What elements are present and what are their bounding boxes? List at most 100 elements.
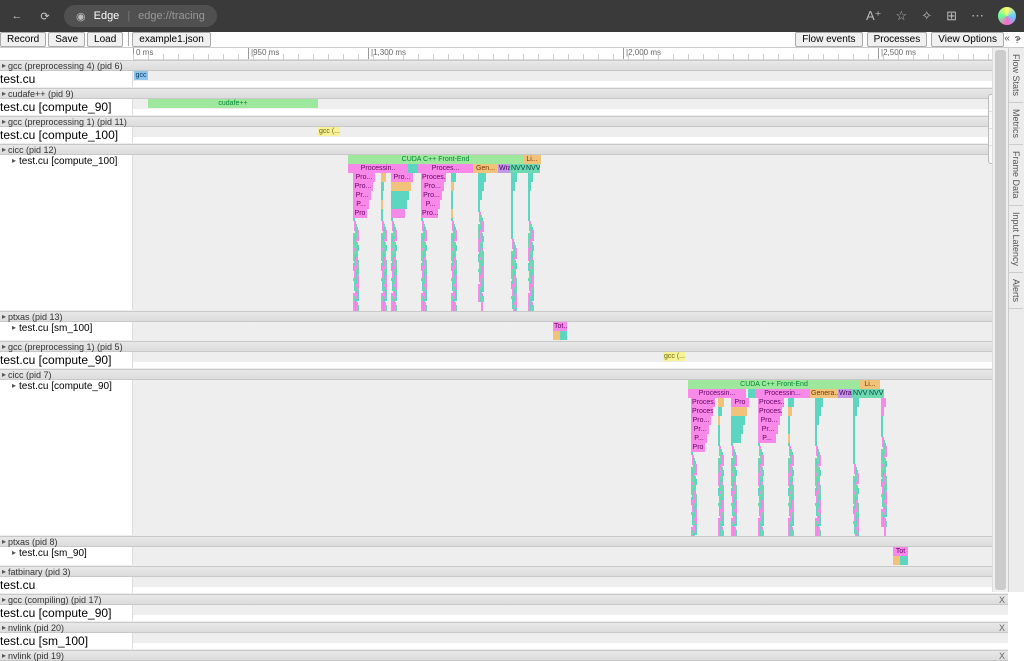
process-header[interactable]: ▸gcc (compiling) (pid 17)X: [0, 594, 1008, 605]
expand-arrow-icon[interactable]: ▸: [2, 61, 6, 70]
thread-label[interactable]: test.cu: [0, 577, 133, 593]
flow-events-button[interactable]: Flow events: [795, 32, 862, 47]
flame-slice[interactable]: Pro...: [421, 191, 442, 200]
thread-label[interactable]: ▸test.cu [sm_100]: [0, 322, 133, 340]
flame-slice[interactable]: [853, 434, 855, 443]
flame-slice[interactable]: Wra: [498, 164, 510, 173]
flame-slice[interactable]: [451, 209, 453, 218]
process-header[interactable]: ▸gcc (preprocessing 1) (pid 5)X: [0, 341, 1008, 352]
flame-slice[interactable]: [478, 173, 486, 182]
timeline-track[interactable]: cudafe++: [133, 99, 1008, 109]
flame-slice[interactable]: Pro...: [391, 173, 413, 182]
flame-slice[interactable]: [511, 173, 517, 182]
process-header[interactable]: ▸cicc (pid 7)X: [0, 369, 1008, 380]
close-icon[interactable]: X: [999, 651, 1005, 661]
flame-slice[interactable]: [381, 182, 384, 191]
thread-label[interactable]: ▸test.cu [sm_90]: [0, 547, 133, 565]
flame-slice[interactable]: [381, 191, 383, 200]
flame-slice[interactable]: [881, 416, 883, 425]
expand-arrow-icon[interactable]: ▸: [2, 117, 6, 126]
flame-slice[interactable]: Proces...: [758, 407, 782, 416]
address-bar[interactable]: ◉ Edge | edge://tracing: [64, 5, 217, 27]
flame-slice[interactable]: Processin..: [348, 164, 408, 173]
flame-slice[interactable]: [718, 416, 720, 425]
expand-arrow-icon[interactable]: ▸: [2, 537, 6, 546]
expand-arrow-icon[interactable]: ▸: [2, 595, 6, 604]
back-button[interactable]: ←: [8, 7, 26, 25]
flame-slice[interactable]: [718, 398, 724, 407]
process-header[interactable]: ▸ptxas (pid 8)X: [0, 536, 1008, 547]
trace-slice[interactable]: [900, 556, 908, 565]
timeline-track[interactable]: Tot...: [133, 322, 1008, 340]
side-tab[interactable]: Frame Data: [1009, 145, 1023, 206]
side-tab[interactable]: Input Latency: [1009, 206, 1023, 273]
flame-slice[interactable]: [731, 434, 741, 443]
flame-slice[interactable]: [718, 407, 722, 416]
timeline-track[interactable]: gcc (...: [133, 352, 1008, 362]
flame-slice[interactable]: Pro...: [758, 416, 780, 425]
flame-slice[interactable]: Processin...: [755, 389, 810, 398]
expand-arrow-icon[interactable]: ▸: [12, 156, 16, 165]
flame-slice[interactable]: Pro...: [353, 173, 375, 182]
expand-arrow-icon[interactable]: ▸: [2, 145, 6, 154]
flame-slice[interactable]: Proces...: [418, 164, 473, 173]
thread-label[interactable]: ▸test.cu [compute_90]: [0, 380, 133, 535]
flame-slice[interactable]: [391, 182, 411, 191]
flame-slice[interactable]: [511, 182, 515, 191]
flame-slice[interactable]: [853, 398, 859, 407]
flame-slice[interactable]: [511, 200, 513, 209]
flame-slice[interactable]: [528, 182, 531, 191]
flame-slice[interactable]: [788, 398, 794, 407]
flame-slice[interactable]: NVV: [852, 389, 868, 398]
flame-slice[interactable]: Pro: [731, 398, 749, 407]
flame-slice[interactable]: [853, 416, 855, 425]
flame-slice[interactable]: [881, 425, 883, 434]
read-aloud-icon[interactable]: A⁺: [866, 8, 882, 24]
flame-slice[interactable]: [451, 200, 453, 209]
flame-slice[interactable]: [528, 200, 530, 209]
flame-slice[interactable]: [451, 173, 456, 182]
flame-slice[interactable]: Proces...: [421, 173, 446, 182]
flame-slice[interactable]: [391, 209, 405, 218]
flame-slice[interactable]: Processin...: [688, 389, 746, 398]
process-header[interactable]: ▸fatbinary (pid 3)X: [0, 566, 1008, 577]
flame-slice[interactable]: [451, 191, 453, 200]
close-icon[interactable]: X: [999, 623, 1005, 633]
timeline-track[interactable]: [133, 577, 1008, 587]
flame-slice[interactable]: Proces...: [691, 398, 715, 407]
flame-slice[interactable]: NVV: [525, 164, 540, 173]
flame-slice[interactable]: [731, 416, 745, 425]
trace-slice[interactable]: [553, 331, 560, 340]
flame-slice[interactable]: [511, 209, 513, 218]
flame-slice[interactable]: Pro...: [691, 416, 711, 425]
flame-slice[interactable]: Pro: [353, 209, 367, 218]
flame-slice[interactable]: Pro...: [353, 182, 373, 191]
expand-arrow-icon[interactable]: ▸: [12, 548, 16, 557]
flame-slice[interactable]: [853, 443, 855, 452]
timeline-track[interactable]: CUDA C++ Front-EndLi...Processin...Proce…: [133, 380, 1008, 535]
flame-slice[interactable]: Pro...: [421, 209, 438, 218]
flame-slice[interactable]: Pr...: [353, 191, 371, 200]
flame-slice[interactable]: CUDA C++ Front-End: [348, 155, 523, 164]
flame-slice[interactable]: Pro: [691, 443, 705, 452]
expand-arrow-icon[interactable]: ▸: [12, 323, 16, 332]
timeline-track[interactable]: gcc (...: [133, 127, 1008, 137]
flame-slice[interactable]: P...: [691, 434, 707, 443]
process-header[interactable]: ▸cicc (pid 12)X: [0, 144, 1008, 155]
flame-slice[interactable]: NVV: [510, 164, 525, 173]
flame-slice[interactable]: NVV: [868, 389, 884, 398]
flame-slice[interactable]: P...: [758, 434, 776, 443]
flame-slice[interactable]: [788, 425, 790, 434]
expand-arrow-icon[interactable]: ▸: [2, 651, 6, 660]
thread-label[interactable]: test.cu [compute_90]: [0, 99, 133, 115]
flame-slice[interactable]: [788, 434, 790, 443]
flame-slice[interactable]: [718, 425, 720, 434]
process-header[interactable]: ▸cudafe++ (pid 9)X: [0, 88, 1008, 99]
trace-slice[interactable]: [893, 556, 900, 565]
process-header[interactable]: ▸nvlink (pid 19)X: [0, 650, 1008, 661]
expand-arrow-icon[interactable]: ▸: [2, 89, 6, 98]
processes-button[interactable]: Processes: [867, 32, 928, 47]
scrollbar-thumb[interactable]: [995, 50, 1006, 590]
flame-slice[interactable]: [731, 407, 747, 416]
flame-slice[interactable]: [528, 191, 530, 200]
